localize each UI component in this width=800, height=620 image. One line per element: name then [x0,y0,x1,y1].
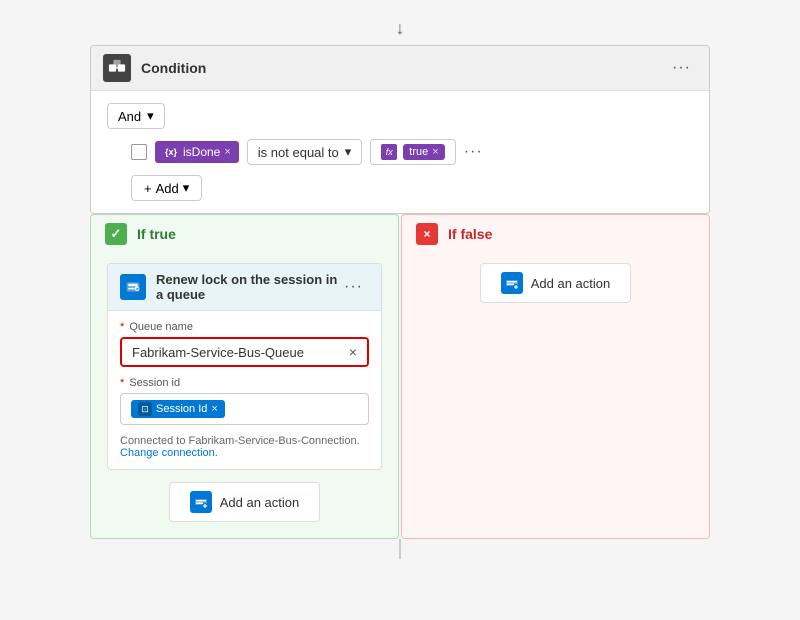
chevron-down-icon-add: ▾ [183,180,190,196]
and-row: And ▾ [107,103,693,129]
if-false-body: Add an action [402,253,709,319]
value-label: true [409,146,428,158]
session-tag: ⊡ Session Id × [131,400,225,418]
condition-block: Condition ··· And ▾ {x} isDone × [90,45,710,214]
add-action-button-true[interactable]: Add an action [169,482,321,522]
var-icon: {x} [163,144,179,160]
session-id-label: * Session id [120,377,369,389]
queue-value: Fabrikam-Service-Bus-Queue [132,345,304,360]
and-label: And [118,109,141,124]
action-icon-svg [125,279,141,295]
condition-icon-svg [108,59,126,77]
tag-label: isDone [183,145,220,159]
bottom-lines [399,539,401,559]
if-true-title: If true [137,226,176,242]
operator-dropdown[interactable]: is not equal to ▾ [247,139,362,165]
queue-name-label: * Queue name [120,321,369,333]
if-false-title: If false [448,226,492,242]
session-tag-close[interactable]: × [211,403,217,415]
value-box: fx true × [370,139,455,165]
action-card: Renew lock on the session in a queue ···… [107,263,382,470]
add-action-icon [190,491,212,513]
action-body: * Queue name Fabrikam-Service-Bus-Queue … [108,311,381,469]
if-true-section: ✓ If true [90,214,399,539]
action-icon [120,274,146,300]
session-tag-label: Session Id [156,403,207,415]
condition-checkbox[interactable] [131,144,147,160]
if-false-section: × If false Add an act [401,214,710,539]
if-true-body: Renew lock on the session in a queue ···… [91,253,398,538]
fx-icon: fx [381,144,397,160]
queue-name-input[interactable]: Fabrikam-Service-Bus-Queue × [120,337,369,367]
add-condition-button[interactable]: + Add ▾ [131,175,202,201]
branches-container: ✓ If true [90,214,710,539]
add-action-label-true: Add an action [220,495,300,510]
required-star: * [120,321,124,333]
condition-header: Condition ··· [91,46,709,91]
add-action-button-false[interactable]: Add an action [480,263,632,303]
add-icon-svg-false [505,276,519,290]
chevron-down-icon-op: ▾ [345,144,352,160]
required-star-2: * [120,377,124,389]
chevron-down-icon: ▾ [147,108,154,124]
plus-icon: + [144,181,152,196]
tag-close-button[interactable]: × [224,146,230,158]
clear-queue-icon[interactable]: × [349,344,357,360]
add-icon-svg [194,495,208,509]
add-action-label-false: Add an action [531,276,611,291]
action-card-header: Renew lock on the session in a queue ··· [108,264,381,311]
condition-body: And ▾ {x} isDone × is not equal to ▾ [91,91,709,213]
connection-info: Connected to Fabrikam-Service-Bus-Connec… [120,435,369,459]
connection-text: Connected to Fabrikam-Service-Bus-Connec… [120,435,360,447]
down-arrow: ↓ [396,18,405,39]
condition-icon [103,54,131,82]
is-done-tag: {x} isDone × [155,141,239,163]
action-title: Renew lock on the session in a queue [156,272,338,302]
condition-row: {x} isDone × is not equal to ▾ fx true × [131,139,693,165]
if-true-header: ✓ If true [91,215,398,253]
check-icon: ✓ [105,223,127,245]
add-action-container: Add an action [107,482,382,522]
if-false-header: × If false [402,215,709,253]
condition-more-button[interactable]: ··· [666,57,697,79]
operator-label: is not equal to [258,145,339,160]
add-label: Add [156,181,179,196]
x-icon: × [416,223,438,245]
value-close-button[interactable]: × [432,146,438,158]
bottom-line [399,539,401,559]
and-dropdown[interactable]: And ▾ [107,103,165,129]
add-action-icon-false [501,272,523,294]
true-tag: true × [403,144,444,160]
action-more-button[interactable]: ··· [338,276,369,298]
condition-row-more-button[interactable]: ··· [464,143,483,161]
change-connection-link[interactable]: Change connection. [120,447,218,459]
session-icon: ⊡ [138,402,152,416]
condition-title: Condition [141,60,666,76]
session-id-input[interactable]: ⊡ Session Id × [120,393,369,425]
